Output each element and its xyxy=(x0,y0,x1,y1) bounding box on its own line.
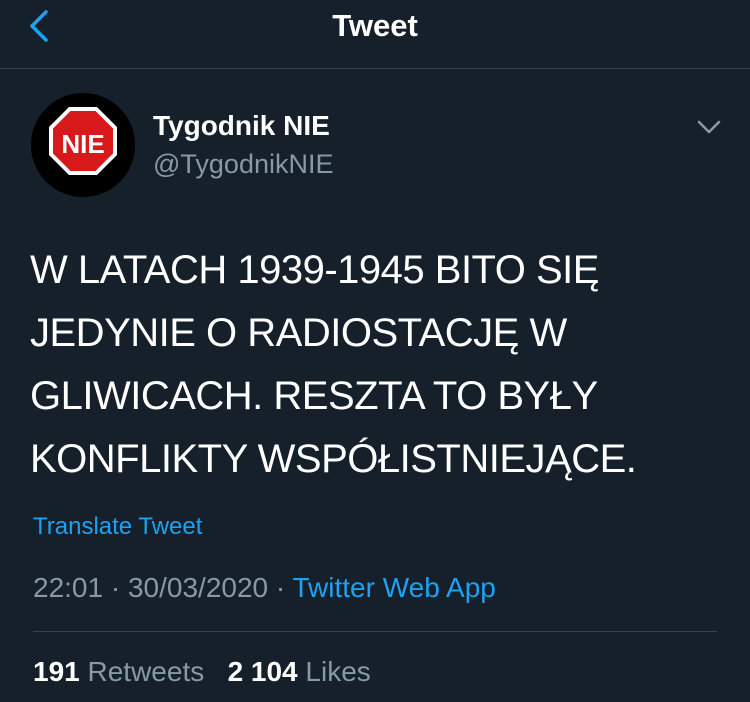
header-bar: Tweet xyxy=(0,0,750,69)
retweets-count: 191 xyxy=(33,656,80,687)
tweet-text-line: W LATACH 1939-1945 BITO SIĘ xyxy=(30,248,599,292)
tweet-text-line: KONFLIKTY WSPÓŁISTNIEJĄCE. xyxy=(30,437,637,481)
tweet-text-line: JEDYNIE O RADIOSTACJĘ W xyxy=(30,311,567,355)
tweet-time: 22:01 xyxy=(33,572,104,603)
tweet-text: W LATACH 1939-1945 BITO SIĘ JEDYNIE O RA… xyxy=(30,239,730,491)
tweet-text-line: GLIWICACH. RESZTA TO BYŁY xyxy=(30,374,598,418)
retweets-label: Retweets xyxy=(87,656,205,687)
likes-count: 2 104 xyxy=(227,656,298,687)
tweet-date: 30/03/2020 xyxy=(127,572,269,603)
tweet-meta: 22:01 · 30/03/2020 · Twitter Web App xyxy=(33,569,496,607)
tweet-stats: 191 Retweets 2 104 Likes xyxy=(33,653,371,691)
likes-stat[interactable]: 2 104 Likes xyxy=(228,656,371,687)
more-options-button[interactable] xyxy=(692,110,726,144)
stop-sign-logo: NIE xyxy=(31,93,135,197)
page-title: Tweet xyxy=(332,8,418,43)
meta-separator: · xyxy=(110,572,121,603)
author-display-name[interactable]: Tygodnik NIE xyxy=(153,108,330,144)
tweet-detail-screen: Tweet NIE Tygodnik NIE @TygodnikNIE W LA… xyxy=(0,0,750,702)
avatar-text: NIE xyxy=(61,129,104,159)
author-handle[interactable]: @TygodnikNIE xyxy=(153,146,333,182)
likes-label: Likes xyxy=(305,656,371,687)
chevron-down-icon xyxy=(697,120,721,134)
meta-separator: · xyxy=(275,572,286,603)
translate-tweet-link[interactable]: Translate Tweet xyxy=(33,510,202,544)
avatar[interactable]: NIE xyxy=(31,93,135,197)
divider xyxy=(33,631,717,632)
tweet-source-link[interactable]: Twitter Web App xyxy=(293,572,496,603)
retweets-stat[interactable]: 191 Retweets xyxy=(33,656,204,687)
